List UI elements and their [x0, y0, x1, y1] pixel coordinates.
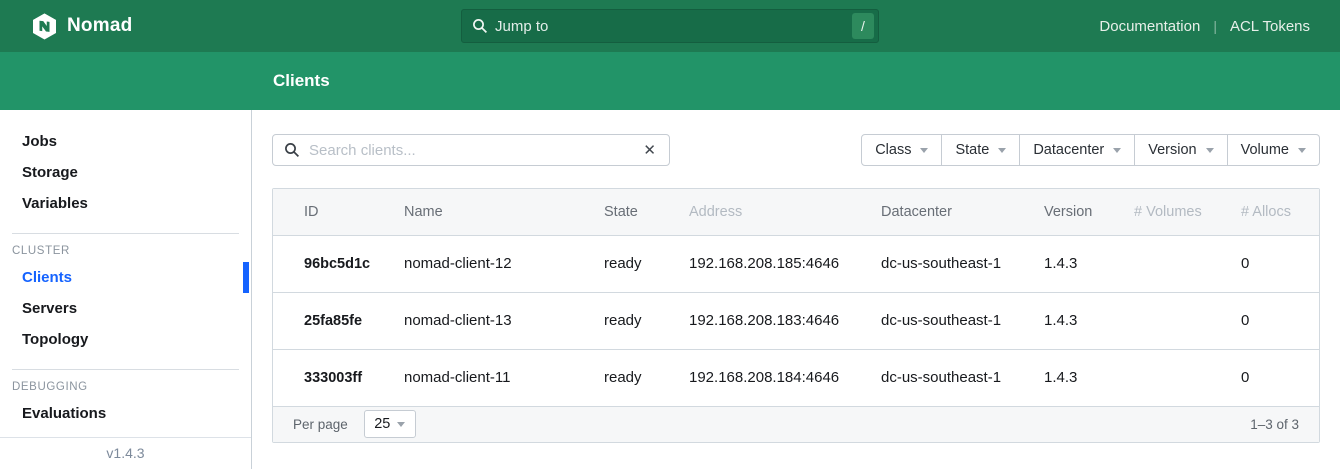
toolbar: Search clients... ✕ Class State Datacent…: [272, 134, 1320, 166]
per-page-label: Per page: [293, 417, 348, 432]
client-datacenter: dc-us-southeast-1: [881, 235, 1044, 292]
client-name: nomad-client-13: [404, 292, 604, 349]
table-row[interactable]: 25fa85fe nomad-client-13 ready 192.168.2…: [273, 292, 1319, 349]
keyboard-shortcut-badge: /: [852, 13, 874, 39]
sidebar-item-variables[interactable]: Variables: [0, 188, 251, 219]
client-name: nomad-client-12: [404, 235, 604, 292]
sidebar-item-clients[interactable]: Clients: [0, 262, 251, 293]
client-version: 1.4.3: [1044, 235, 1134, 292]
column-header-volumes: # Volumes: [1134, 189, 1241, 235]
content-layout: Jobs Storage Variables CLUSTER Clients S…: [0, 110, 1340, 469]
column-header-state[interactable]: State: [604, 189, 689, 235]
chevron-down-icon: [920, 148, 928, 153]
pagination-range-label: 1–3 of 3: [1250, 417, 1299, 432]
top-navbar: Nomad Jump to / Documentation | ACL Toke…: [0, 0, 1340, 52]
column-header-address: Address: [689, 189, 881, 235]
client-id: 25fa85fe: [273, 292, 404, 349]
client-allocs: 0: [1241, 349, 1319, 406]
sidebar-item-storage[interactable]: Storage: [0, 157, 251, 188]
search-icon: [284, 142, 300, 158]
sidebar-item-label: Clients: [22, 269, 72, 286]
client-volumes: [1134, 292, 1241, 349]
client-name: nomad-client-11: [404, 349, 604, 406]
active-item-indicator: [243, 262, 249, 293]
jump-to-placeholder: Jump to: [495, 18, 852, 35]
sidebar-section-debugging: DEBUGGING: [0, 376, 251, 398]
table-header-row: ID Name State Address Datacenter Version…: [273, 189, 1319, 235]
column-header-datacenter[interactable]: Datacenter: [881, 189, 1044, 235]
client-address: 192.168.208.185:4646: [689, 235, 881, 292]
client-allocs: 0: [1241, 235, 1319, 292]
chevron-down-icon: [998, 148, 1006, 153]
table-footer: Per page 25 1–3 of 3: [273, 407, 1319, 442]
client-id: 96bc5d1c: [273, 235, 404, 292]
filter-group: Class State Datacenter Version Volume: [861, 134, 1320, 166]
filter-version-dropdown[interactable]: Version: [1135, 134, 1227, 166]
search-placeholder: Search clients...: [309, 142, 641, 159]
chevron-down-icon: [1113, 148, 1121, 153]
documentation-link[interactable]: Documentation: [1099, 18, 1200, 35]
sidebar-section-cluster: CLUSTER: [0, 240, 251, 262]
main-content: Search clients... ✕ Class State Datacent…: [252, 110, 1340, 469]
filter-class-dropdown[interactable]: Class: [861, 134, 942, 166]
clients-table: ID Name State Address Datacenter Version…: [272, 188, 1320, 443]
client-datacenter: dc-us-southeast-1: [881, 292, 1044, 349]
filter-label: Datacenter: [1033, 142, 1104, 158]
client-state: ready: [604, 235, 689, 292]
client-version: 1.4.3: [1044, 292, 1134, 349]
column-header-id[interactable]: ID: [273, 189, 404, 235]
search-icon: [472, 18, 488, 34]
filter-label: State: [955, 142, 989, 158]
filter-datacenter-dropdown[interactable]: Datacenter: [1020, 134, 1135, 166]
column-header-version[interactable]: Version: [1044, 189, 1134, 235]
client-state: ready: [604, 349, 689, 406]
sidebar-nav: Jobs Storage Variables CLUSTER Clients S…: [0, 110, 251, 437]
link-separator: |: [1213, 18, 1217, 34]
nomad-brand[interactable]: Nomad: [0, 13, 132, 40]
page-title: Clients: [273, 71, 330, 91]
sidebar: Jobs Storage Variables CLUSTER Clients S…: [0, 110, 252, 469]
chevron-down-icon: [397, 422, 405, 427]
client-address: 192.168.208.183:4646: [689, 292, 881, 349]
filter-volume-dropdown[interactable]: Volume: [1228, 134, 1320, 166]
sidebar-item-topology[interactable]: Topology: [0, 324, 251, 355]
filter-label: Volume: [1241, 142, 1289, 158]
client-allocs: 0: [1241, 292, 1319, 349]
column-header-allocs: # Allocs: [1241, 189, 1319, 235]
clear-search-icon[interactable]: ✕: [641, 141, 658, 160]
nomad-logo-icon: [32, 13, 57, 40]
table-row[interactable]: 96bc5d1c nomad-client-12 ready 192.168.2…: [273, 235, 1319, 292]
client-address: 192.168.208.184:4646: [689, 349, 881, 406]
sidebar-divider: [12, 233, 239, 234]
brand-name: Nomad: [67, 15, 132, 37]
search-clients-input[interactable]: Search clients... ✕: [272, 134, 670, 166]
sidebar-item-evaluations[interactable]: Evaluations: [0, 398, 251, 429]
page-header: Clients: [0, 52, 1340, 110]
client-state: ready: [604, 292, 689, 349]
per-page-value: 25: [374, 416, 390, 432]
filter-label: Version: [1148, 142, 1196, 158]
filter-label: Class: [875, 142, 911, 158]
per-page-select[interactable]: 25: [364, 410, 416, 438]
sidebar-item-jobs[interactable]: Jobs: [0, 126, 251, 157]
client-datacenter: dc-us-southeast-1: [881, 349, 1044, 406]
client-id: 333003ff: [273, 349, 404, 406]
jump-to-search-input[interactable]: Jump to /: [461, 9, 879, 43]
table-row[interactable]: 333003ff nomad-client-11 ready 192.168.2…: [273, 349, 1319, 406]
sidebar-item-servers[interactable]: Servers: [0, 293, 251, 324]
acl-tokens-link[interactable]: ACL Tokens: [1230, 18, 1310, 35]
column-header-name[interactable]: Name: [404, 189, 604, 235]
version-label: v1.4.3: [0, 437, 251, 469]
sidebar-divider: [12, 369, 239, 370]
chevron-down-icon: [1206, 148, 1214, 153]
filter-state-dropdown[interactable]: State: [942, 134, 1020, 166]
topnav-links: Documentation | ACL Tokens: [1099, 18, 1340, 35]
client-volumes: [1134, 349, 1241, 406]
chevron-down-icon: [1298, 148, 1306, 153]
client-version: 1.4.3: [1044, 349, 1134, 406]
client-volumes: [1134, 235, 1241, 292]
